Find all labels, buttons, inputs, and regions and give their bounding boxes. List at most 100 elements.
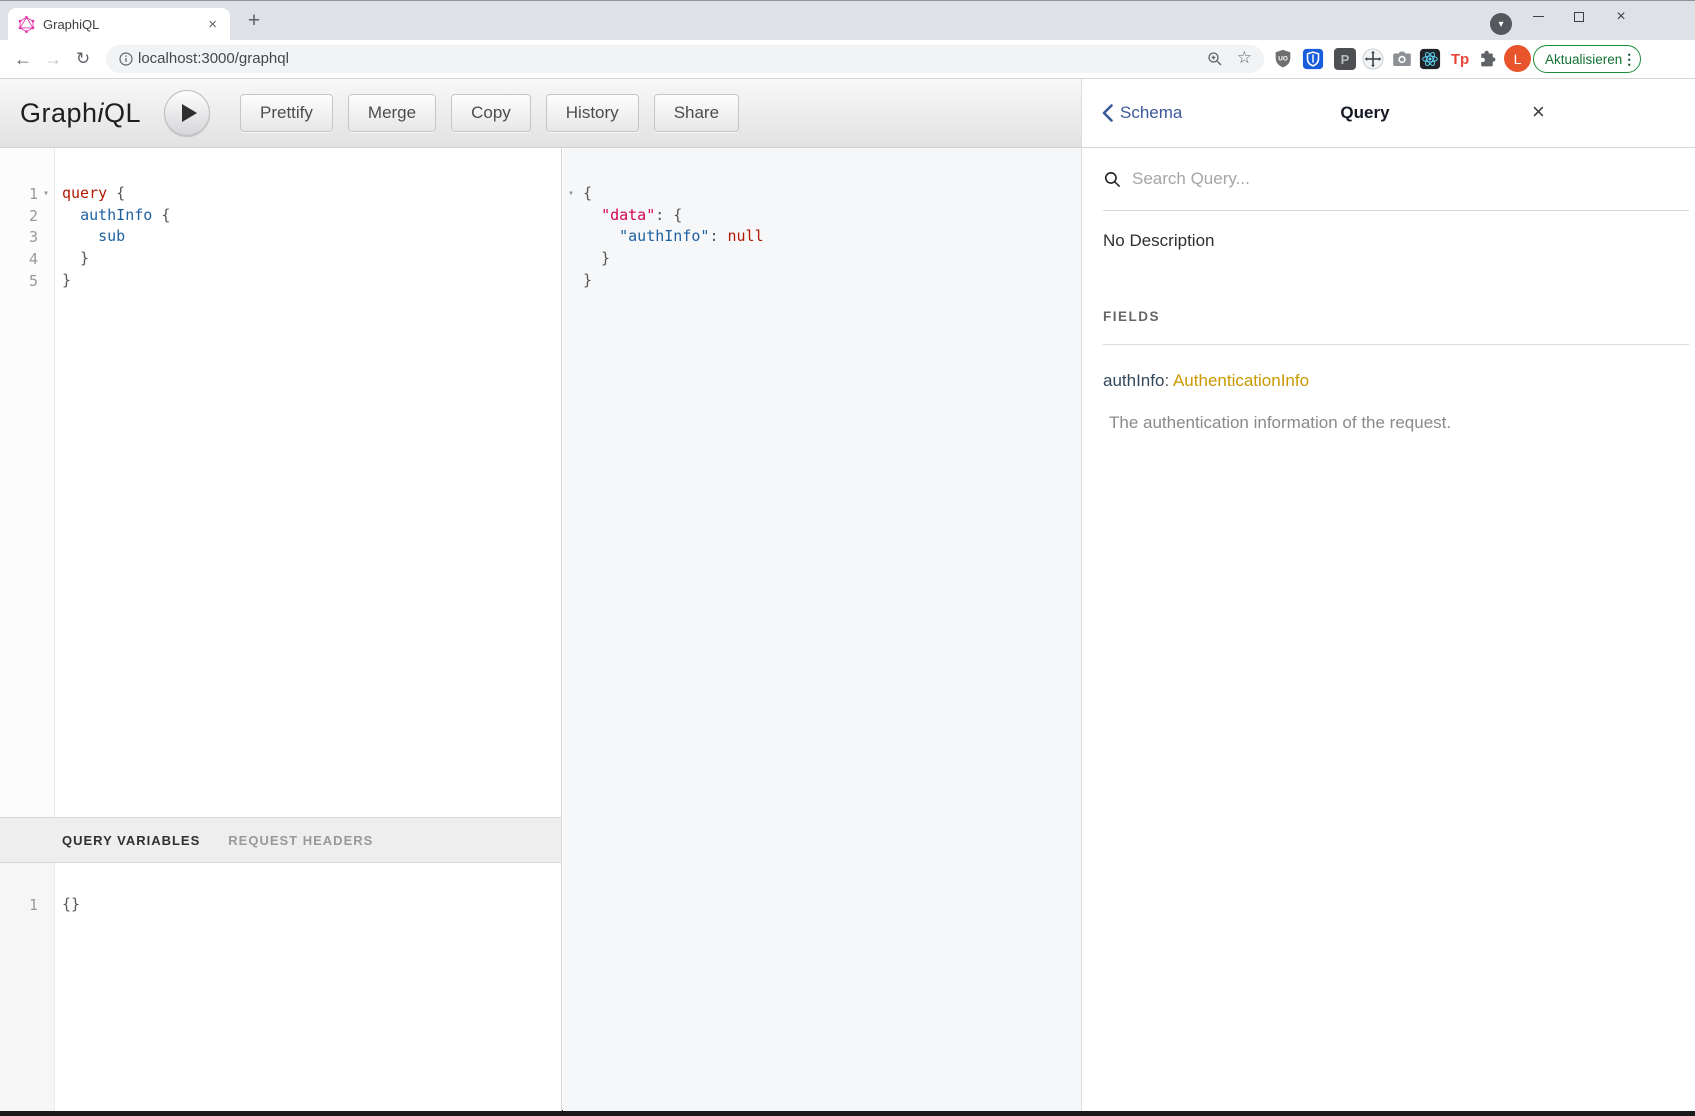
doc-field-separator: :	[1164, 371, 1173, 390]
fold-arrow-icon[interactable]: ▾	[38, 188, 54, 199]
privacy-extension-label: P	[1334, 48, 1356, 70]
tp-extension-icon[interactable]: Tp	[1448, 47, 1472, 71]
response-viewer[interactable]: ▾ { "data": { "authInfo": null }}	[563, 148, 1081, 291]
window-minimize-button[interactable]	[1522, 1, 1554, 32]
logo-part: Graph	[20, 98, 98, 128]
code-token-punct: }	[583, 271, 592, 289]
browser-tab[interactable]: GraphiQL ×	[8, 8, 230, 41]
address-bar[interactable]: localhost:3000/graphql ☆	[106, 45, 1264, 73]
code-token-property: authInfo	[80, 206, 152, 224]
code-line[interactable]: "data": {	[583, 205, 1081, 227]
variables-code[interactable]: {}	[55, 863, 561, 1111]
doc-fields-divider	[1103, 344, 1689, 345]
doc-back-link[interactable]: Schema	[1102, 79, 1182, 147]
graphiql-topbar: GraphiQL PrettifyMergeCopyHistoryShare	[0, 79, 1081, 148]
tab-query-variables[interactable]: QUERY VARIABLES	[62, 833, 200, 848]
move-tool-extension-icon[interactable]	[1361, 47, 1385, 71]
gutter-line	[563, 205, 583, 227]
privacy-extension-icon[interactable]: P	[1333, 47, 1357, 71]
gutter-line: 4	[0, 248, 54, 270]
tab-close-icon[interactable]: ×	[205, 16, 220, 33]
history-button[interactable]: History	[546, 94, 639, 132]
doc-back-label: Schema	[1120, 103, 1182, 123]
code-line[interactable]: authInfo {	[62, 205, 561, 227]
window-close-button[interactable]: ×	[1605, 1, 1637, 32]
kebab-menu-icon[interactable]: ⋮	[1622, 51, 1636, 68]
code-line[interactable]: }	[583, 248, 1081, 270]
info-icon[interactable]	[118, 51, 134, 67]
line-number: 1	[0, 896, 38, 914]
query-variables-editor[interactable]: 1 {}	[0, 863, 561, 1111]
zoom-icon[interactable]	[1206, 50, 1224, 68]
gutter-line: 5	[0, 270, 54, 292]
browser-toolbar: ← → ↻ localhost:3000/graphql ☆ UO P Tp L…	[0, 40, 1695, 78]
code-line[interactable]: }	[583, 270, 1081, 292]
fold-arrow-icon[interactable]: ▾	[563, 188, 579, 199]
code-line[interactable]: }	[62, 248, 561, 270]
gutter-line: ▾	[563, 183, 583, 205]
line-number-gutter: 1▾2345	[0, 148, 55, 817]
doc-field-name-link[interactable]: authInfo	[1103, 371, 1164, 390]
response-code: { "data": { "authInfo": null }}	[583, 148, 1081, 291]
code-line[interactable]: sub	[62, 226, 561, 248]
code-line[interactable]: }	[62, 270, 561, 292]
execute-query-button[interactable]	[164, 90, 210, 136]
doc-field-type-link[interactable]: AuthenticationInfo	[1173, 371, 1309, 390]
gutter-line	[563, 270, 583, 292]
doc-search-box[interactable]	[1103, 148, 1689, 211]
extensions-puzzle-icon[interactable]	[1476, 47, 1500, 71]
query-editor[interactable]: 1▾2345 query { authInfo { sub }}	[0, 148, 561, 817]
toolbar-button-group: Prettify Merge Copy History Share	[240, 94, 739, 132]
update-button[interactable]: Aktualisieren ⋮	[1533, 45, 1641, 73]
doc-field-description: The authentication information of the re…	[1109, 413, 1451, 433]
doc-fields-header: FIELDS	[1103, 309, 1160, 324]
screenshot-camera-extension-icon[interactable]	[1390, 47, 1414, 71]
code-line[interactable]: "authInfo": null	[583, 226, 1081, 248]
code-token-punct: : {	[655, 206, 682, 224]
forward-button[interactable]: →	[40, 47, 66, 71]
browser-profile-avatar[interactable]: L	[1504, 45, 1531, 72]
code-token-punct: }	[62, 249, 89, 267]
line-number: 3	[0, 228, 38, 246]
line-number-gutter: 1	[0, 863, 55, 1111]
code-line[interactable]: {	[583, 183, 1081, 205]
fold-gutter: ▾	[563, 148, 583, 291]
doc-search-input[interactable]	[1132, 169, 1612, 189]
line-number: 4	[0, 250, 38, 268]
bitwarden-extension-icon[interactable]	[1301, 47, 1325, 71]
bookmark-star-icon[interactable]: ☆	[1237, 48, 1252, 68]
back-button[interactable]: ←	[10, 47, 36, 71]
code-token-keyword: null	[728, 227, 764, 245]
code-token-punct	[583, 227, 619, 245]
doc-explorer-header: Schema Query ×	[1082, 79, 1695, 148]
doc-explorer-panel: Schema Query × No Description FIELDS aut…	[1081, 79, 1695, 1111]
code-line[interactable]: query {	[62, 183, 561, 205]
copy-button[interactable]: Copy	[451, 94, 531, 132]
browser-update-indicator-icon[interactable]: ▾	[1490, 13, 1512, 35]
search-icon	[1103, 170, 1122, 189]
minimize-icon	[1533, 16, 1544, 17]
variables-tab-bar: QUERY VARIABLES REQUEST HEADERS	[0, 817, 561, 863]
reload-button[interactable]: ↻	[70, 47, 96, 71]
react-devtools-extension-icon[interactable]	[1418, 47, 1442, 71]
doc-close-button[interactable]: ×	[1526, 79, 1551, 147]
chevron-left-icon	[1102, 104, 1113, 122]
code-line[interactable]: {}	[62, 894, 561, 916]
doc-field-item: authInfo: AuthenticationInfo	[1103, 371, 1309, 391]
code-token-punct: {}	[62, 895, 80, 913]
ublock-extension-icon[interactable]: UO	[1271, 47, 1295, 71]
svg-text:UO: UO	[1278, 55, 1288, 62]
line-number: 5	[0, 272, 38, 290]
url-text[interactable]: localhost:3000/graphql	[138, 50, 289, 67]
update-button-label: Aktualisieren	[1545, 52, 1622, 67]
code-token-punct	[62, 206, 80, 224]
query-code[interactable]: query { authInfo { sub }}	[55, 148, 561, 817]
merge-button[interactable]: Merge	[348, 94, 436, 132]
window-maximize-button[interactable]	[1563, 1, 1595, 32]
new-tab-button[interactable]: +	[241, 9, 267, 33]
share-button[interactable]: Share	[654, 94, 739, 132]
tab-request-headers[interactable]: REQUEST HEADERS	[228, 833, 373, 848]
close-icon: ×	[1616, 9, 1625, 25]
prettify-button[interactable]: Prettify	[240, 94, 333, 132]
code-token-def: "data"	[601, 206, 655, 224]
